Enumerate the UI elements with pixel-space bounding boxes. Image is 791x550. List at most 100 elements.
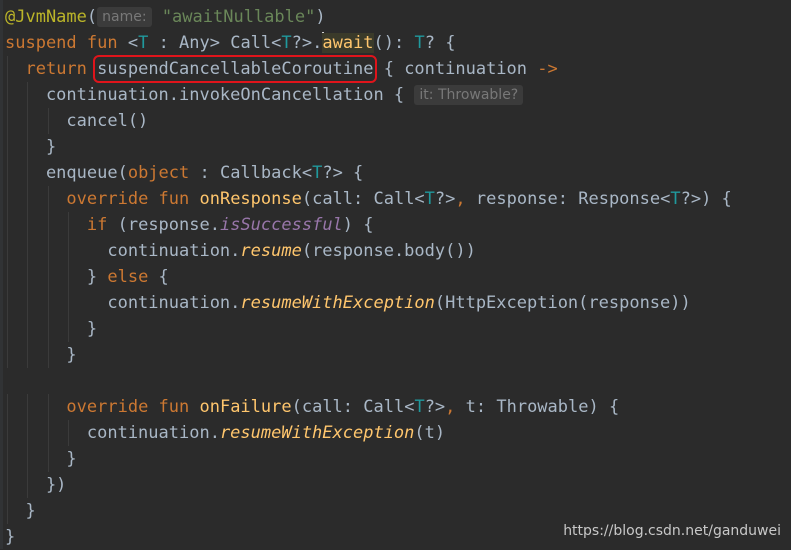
- indent-guide: [7, 472, 9, 498]
- indent-guide: [47, 264, 50, 290]
- code-line[interactable]: continuation.invokeOnCancellation { it: …: [5, 82, 791, 108]
- watermark: https://blog.csdn.net/ganduwei: [563, 523, 781, 539]
- indent-guide: [27, 446, 29, 472]
- code-token: t: Throwable) {: [455, 397, 620, 417]
- code-token: }: [5, 319, 98, 339]
- code-line[interactable]: [5, 368, 791, 394]
- indent-guide: [27, 472, 29, 498]
- indent-guide: [68, 238, 70, 264]
- code-token: ->: [537, 59, 558, 79]
- indent-guide: [68, 212, 70, 238]
- code-editor[interactable]: @JvmName(name: "awaitNullable") suspend f…: [0, 0, 791, 549]
- code-token: if: [86, 215, 108, 235]
- code-token: }: [5, 527, 16, 547]
- editor-gutter: [0, 0, 3, 549]
- indent-guide: [27, 238, 29, 264]
- indent-guide: [27, 186, 29, 212]
- code-token: T: [414, 33, 425, 53]
- parameter-hint: it: Throwable?: [414, 85, 524, 105]
- code-token: }: [5, 137, 57, 157]
- code-line[interactable]: override fun onResponse(call: Call<T?>, …: [5, 186, 791, 212]
- code-token: }: [5, 267, 108, 287]
- code-token: continuation.: [5, 293, 241, 313]
- indent-guide: [47, 186, 50, 212]
- code-line[interactable]: override fun onFailure(call: Call<T?>, t…: [5, 394, 791, 420]
- code-token: : Any> Call<: [148, 33, 282, 53]
- code-line[interactable]: cancel(): [5, 108, 791, 134]
- indent-guide: [7, 316, 9, 342]
- code-line[interactable]: continuation.resumeWithException(HttpExc…: [5, 290, 791, 316]
- indent-guide: [7, 264, 9, 290]
- code-token: ,: [445, 397, 456, 417]
- code-token: : Callback<: [189, 163, 313, 183]
- indent-guide: [47, 108, 50, 134]
- code-line[interactable]: }): [5, 472, 791, 498]
- indent-guide: [7, 212, 9, 238]
- code-token: T: [414, 397, 425, 417]
- code-token: ? {: [424, 33, 456, 53]
- parameter-hint: name:: [97, 7, 152, 27]
- indent-guide: [27, 342, 29, 368]
- code-token: override fun: [66, 189, 200, 209]
- indent-guide: [7, 498, 9, 524]
- indent-guide: [47, 342, 50, 368]
- code-token: ): [315, 7, 326, 27]
- indent-guide: [47, 316, 50, 342]
- code-token: else: [107, 267, 149, 287]
- indent-guide: [27, 212, 29, 238]
- code-line[interactable]: }: [5, 446, 791, 472]
- code-token: {: [148, 267, 169, 287]
- code-token: ():: [373, 33, 415, 53]
- code-token: resumeWithException: [240, 293, 435, 313]
- code-token: }): [5, 475, 67, 495]
- indent-guide: [7, 238, 9, 264]
- indent-guide: [27, 316, 29, 342]
- indent-guide: [27, 160, 29, 186]
- code-line[interactable]: continuation.resume(response.body()): [5, 238, 791, 264]
- indent-guide: [68, 290, 70, 316]
- code-token: await: [322, 33, 374, 53]
- code-token: }: [5, 449, 77, 469]
- indent-guide: [47, 446, 50, 472]
- code-token: (: [86, 7, 98, 27]
- code-token: ) {: [342, 215, 374, 235]
- code-line[interactable]: }: [5, 342, 791, 368]
- code-token: return: [25, 59, 98, 79]
- code-token: { continuation: [373, 59, 538, 79]
- code-line[interactable]: }: [5, 134, 791, 160]
- code-line[interactable]: }: [5, 498, 791, 524]
- code-token: (t): [414, 423, 446, 443]
- indent-guide: [7, 108, 9, 134]
- code-token: onResponse: [199, 189, 302, 209]
- indent-guide: [47, 212, 50, 238]
- code-token: T: [312, 163, 323, 183]
- indent-guide: [7, 186, 9, 212]
- code-token: (response.: [107, 215, 220, 235]
- code-line[interactable]: if (response.isSuccessful) {: [5, 212, 791, 238]
- indent-guide: [7, 134, 9, 160]
- indent-guide: [47, 238, 50, 264]
- code-token: }: [5, 345, 77, 365]
- indent-guide: [68, 420, 70, 446]
- code-token: }: [5, 501, 36, 521]
- code-token: "awaitNullable": [161, 7, 316, 27]
- code-token: (call: Call<: [291, 397, 415, 417]
- code-line[interactable]: return suspendCancellableCoroutine { con…: [5, 55, 791, 83]
- indent-guide: [27, 82, 29, 108]
- code-token: override fun: [66, 397, 200, 417]
- code-line[interactable]: enqueue(object : Callback<T?> {: [5, 160, 791, 186]
- indent-guide: [27, 264, 29, 290]
- code-token: continuation.invokeOnCancellation {: [5, 85, 415, 105]
- code-token: (HttpException(response)): [434, 293, 691, 313]
- code-line[interactable]: }: [5, 316, 791, 342]
- code-line[interactable]: } else {: [5, 264, 791, 290]
- indent-guide: [47, 394, 50, 420]
- code-token: resume: [240, 241, 302, 261]
- code-line[interactable]: @JvmName(name: "awaitNullable"): [5, 4, 791, 30]
- code-token: @JvmName: [5, 7, 87, 27]
- code-line[interactable]: suspend fun <T : Any> Call<T?>.await(): …: [5, 30, 791, 56]
- code-line[interactable]: continuation.resumeWithException(t): [5, 420, 791, 446]
- indent-guide: [68, 316, 70, 342]
